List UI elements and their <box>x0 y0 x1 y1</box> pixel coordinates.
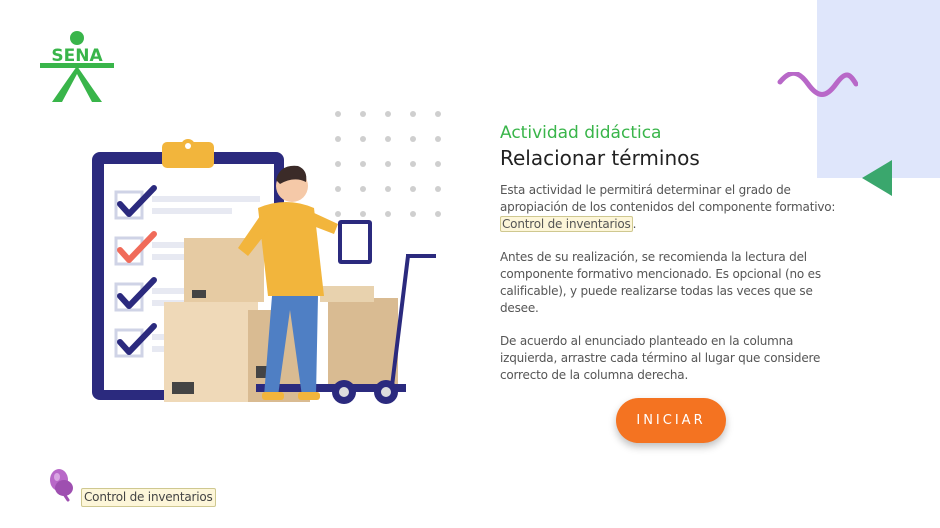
start-button[interactable]: INICIAR <box>616 398 726 443</box>
intro-text-end: . <box>632 217 637 231</box>
dot-grid <box>335 111 441 217</box>
triangle-decoration-icon <box>862 160 892 196</box>
sena-logo: SENA <box>40 31 114 102</box>
instructions-paragraph: De acuerdo al enunciado planteado en la … <box>500 334 821 382</box>
intro-paragraph: Esta actividad le permitirá determinar e… <box>500 182 840 233</box>
component-reference-link[interactable]: Control de inventarios <box>81 488 216 507</box>
inventory-illustration <box>92 111 441 404</box>
activity-title: Relacionar términos <box>500 146 700 170</box>
recommendation-paragraph: Antes de su realización, se recomienda l… <box>500 250 821 315</box>
pin-icon <box>50 469 73 502</box>
component-link[interactable]: Control de inventarios <box>500 216 633 232</box>
activity-description: Actividad didáctica Relacionar términos … <box>500 122 840 384</box>
wave-decoration-icon <box>777 72 858 97</box>
intro-text: Esta actividad le permitirá determinar e… <box>500 183 836 214</box>
activity-subtitle: Actividad didáctica <box>500 123 662 143</box>
